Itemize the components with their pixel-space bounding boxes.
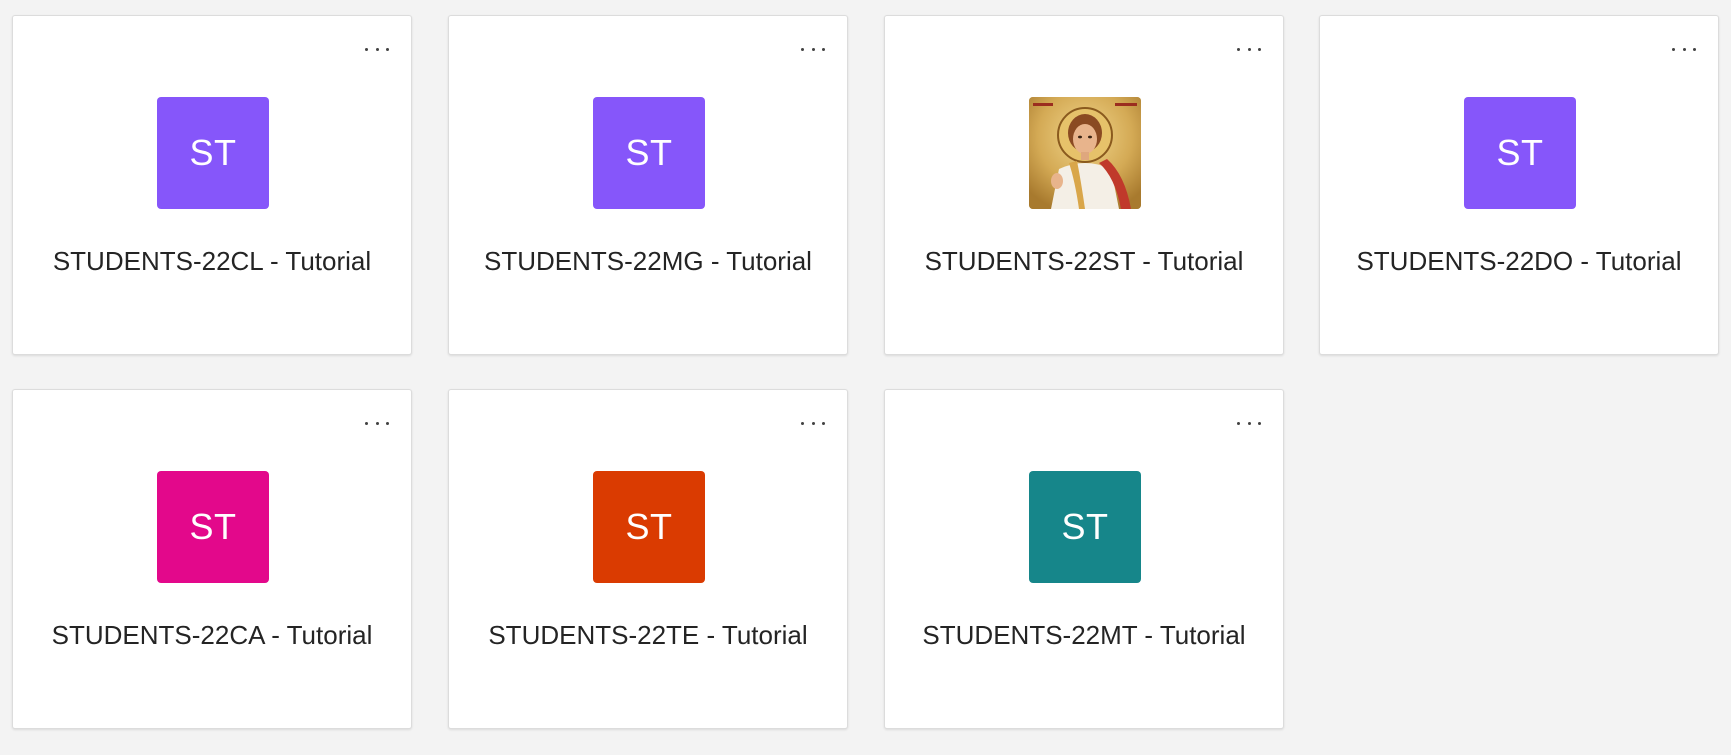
dot: [1247, 421, 1251, 425]
team-initials: ST: [625, 506, 673, 547]
team-card[interactable]: ST STUDENTS-22TE - Tutorial: [448, 389, 848, 729]
more-options-icon[interactable]: [365, 42, 389, 56]
dot: [386, 47, 389, 51]
team-initials: ST: [189, 132, 237, 173]
dot: [365, 421, 368, 425]
team-avatar: ST: [157, 471, 269, 583]
dot: [386, 421, 389, 425]
team-card[interactable]: STUDENTS-22ST - Tutorial: [884, 15, 1284, 355]
saint-icon-image: [1029, 97, 1141, 209]
team-name: STUDENTS-22MG - Tutorial: [484, 246, 812, 276]
more-options-icon[interactable]: [365, 416, 389, 430]
team-card[interactable]: ST STUDENTS-22MG - Tutorial: [448, 15, 848, 355]
dot: [811, 47, 815, 51]
saint-icon-image: [1029, 97, 1141, 209]
dot: [801, 47, 804, 51]
team-card[interactable]: ST STUDENTS-22CL - Tutorial: [12, 15, 412, 355]
team-avatar: ST: [593, 97, 705, 209]
dot: [1258, 47, 1261, 51]
more-options-icon[interactable]: [1237, 42, 1261, 56]
dot: [822, 47, 825, 51]
team-avatar: ST: [157, 97, 269, 209]
team-initials: ST: [625, 132, 673, 173]
more-options-icon[interactable]: [1237, 416, 1261, 430]
team-card[interactable]: ST STUDENTS-22CA - Tutorial: [12, 389, 412, 729]
dot: [1258, 421, 1261, 425]
dot: [801, 421, 804, 425]
dot: [1247, 47, 1251, 51]
dot: [811, 421, 815, 425]
team-initials: ST: [189, 506, 237, 547]
dot: [1237, 421, 1240, 425]
dot: [375, 421, 379, 425]
team-name: STUDENTS-22DO - Tutorial: [1356, 246, 1682, 276]
team-initials: ST: [1496, 132, 1544, 173]
dot: [1693, 47, 1696, 51]
dot: [365, 47, 368, 51]
team-name: STUDENTS-22ST - Tutorial: [924, 246, 1244, 276]
dot: [1237, 47, 1240, 51]
team-name: STUDENTS-22TE - Tutorial: [488, 620, 808, 650]
team-avatar: ST: [1464, 97, 1576, 209]
team-name: STUDENTS-22CA - Tutorial: [51, 620, 373, 650]
dot: [1672, 47, 1675, 51]
team-name: STUDENTS-22CL - Tutorial: [52, 246, 372, 276]
more-options-icon[interactable]: [801, 42, 825, 56]
teams-grid: ST STUDENTS-22CL - Tutorial ST STUDENTS-…: [0, 0, 1731, 755]
more-options-icon[interactable]: [801, 416, 825, 430]
dot: [822, 421, 825, 425]
team-avatar: ST: [1029, 471, 1141, 583]
dot: [1682, 47, 1686, 51]
team-avatar: ST: [593, 471, 705, 583]
team-name: STUDENTS-22MT - Tutorial: [922, 620, 1246, 650]
dot: [375, 47, 379, 51]
team-initials: ST: [1061, 506, 1109, 547]
team-card[interactable]: ST STUDENTS-22DO - Tutorial: [1319, 15, 1719, 355]
team-card[interactable]: ST STUDENTS-22MT - Tutorial: [884, 389, 1284, 729]
more-options-icon[interactable]: [1672, 42, 1696, 56]
